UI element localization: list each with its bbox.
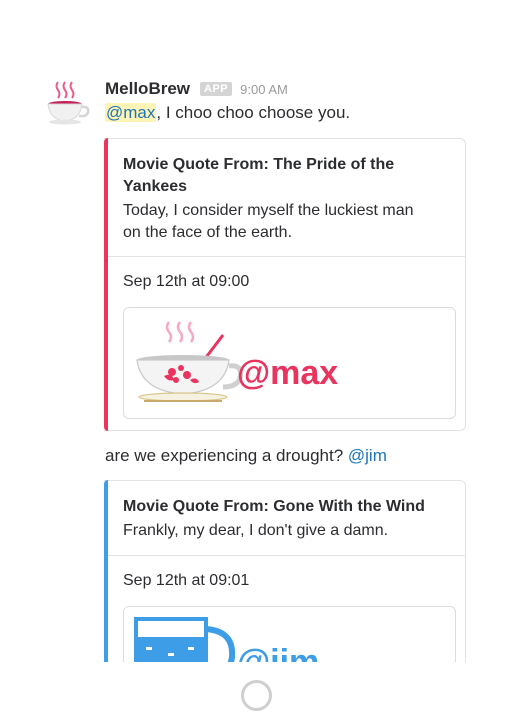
app-badge: APP	[200, 82, 233, 96]
user-mention[interactable]: @jim	[348, 446, 387, 465]
attachment-image[interactable]: @max	[123, 307, 456, 419]
attachment-color-bar	[104, 480, 108, 662]
divider	[108, 555, 465, 556]
attachment-image[interactable]: @jim	[123, 606, 456, 662]
divider	[108, 256, 465, 257]
water-jug-icon	[134, 617, 236, 662]
image-label: @jim	[237, 643, 319, 662]
timestamp[interactable]: 9:00 AM	[240, 82, 288, 97]
attachment-title: Yankees	[123, 178, 188, 195]
message-text: , I choo choo choose you.	[156, 103, 351, 122]
attachment-title: Movie Quote From: Gone With the Wind	[123, 498, 425, 515]
message-text: are we experiencing a drought?	[105, 446, 348, 465]
attachment-text: Today, I consider myself the luckiest ma…	[123, 202, 414, 219]
user-mention[interactable]: @max	[105, 103, 157, 122]
message-line: @max, I choo choo choose you.	[105, 103, 350, 123]
attachment-date: Sep 12th at 09:00	[123, 273, 250, 290]
message-header: MelloBrew APP 9:00 AM	[105, 78, 288, 100]
attachment-card: Movie Quote From: The Pride of the Yanke…	[104, 138, 466, 431]
steam-icon	[165, 321, 195, 343]
message-pane: MelloBrew APP 9:00 AM @max, I choo choo …	[0, 0, 514, 662]
teacup-icon[interactable]	[44, 78, 92, 126]
sender-name[interactable]: MelloBrew	[105, 79, 190, 99]
loading-spinner-icon	[241, 680, 272, 711]
attachment-title: Movie Quote From: The Pride of the	[123, 156, 395, 173]
message-line: are we experiencing a drought? @jim	[105, 446, 387, 466]
image-label: @max	[237, 354, 338, 392]
attachment-date: Sep 12th at 09:01	[123, 572, 250, 589]
attachment-text: on the face of the earth.	[123, 224, 293, 241]
attachment-card: Movie Quote From: Gone With the Wind Fra…	[104, 480, 466, 662]
attachment-color-bar	[104, 138, 108, 431]
attachment-text: Frankly, my dear, I don't give a damn.	[123, 522, 389, 539]
